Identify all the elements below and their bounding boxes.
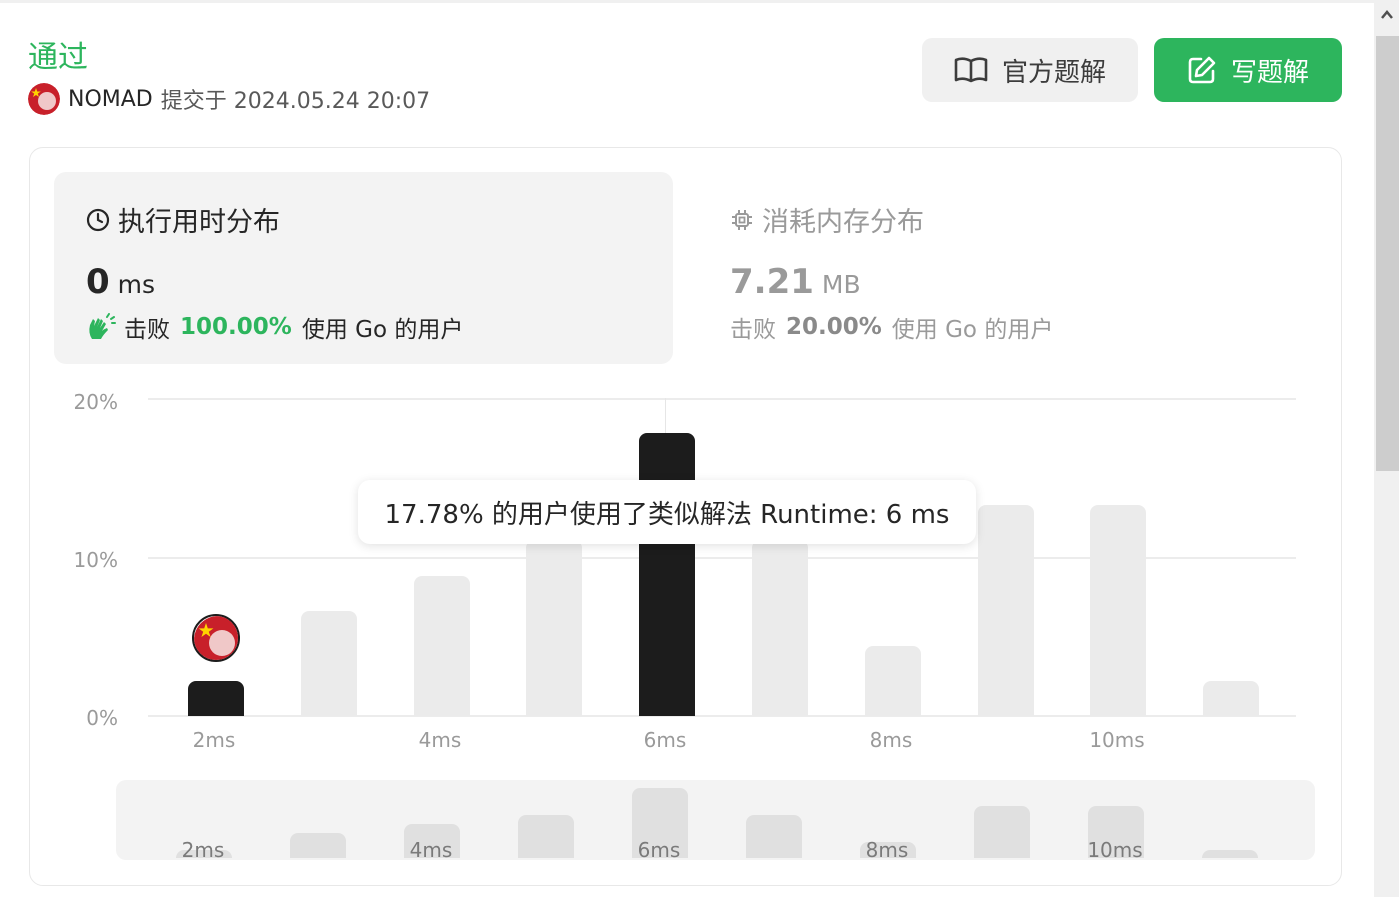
- user-position-avatar[interactable]: [192, 614, 240, 662]
- runtime-beats-pct: 100.00%: [180, 314, 292, 340]
- top-border: [0, 0, 1374, 3]
- chart-tooltip: 17.78% 的用户使用了类似解法 Runtime: 6 ms: [358, 480, 976, 544]
- histogram-bar-10ms[interactable]: [1090, 505, 1146, 716]
- memory-unit: MB: [821, 270, 861, 299]
- scrollbar-thumb[interactable]: [1376, 36, 1399, 471]
- navigator-label: 4ms: [409, 838, 453, 862]
- x-tick-label: 8ms: [869, 728, 913, 752]
- histogram-bar-3ms[interactable]: [301, 611, 357, 716]
- memory-beats-pct: 20.00%: [786, 314, 882, 340]
- y-tick-label: 0%: [86, 706, 118, 730]
- hover-guide: [665, 398, 666, 438]
- x-tick-label: 2ms: [192, 728, 236, 752]
- navigator-label: 8ms: [865, 838, 909, 862]
- gridline: [148, 398, 1296, 400]
- memory-value: 7.21 MB: [730, 262, 861, 302]
- clap-icon: [89, 313, 116, 339]
- navigator-label: 6ms: [637, 838, 681, 862]
- y-tick-label: 20%: [73, 390, 118, 414]
- scroll-up-icon[interactable]: [1380, 8, 1394, 22]
- navigator-bar-3ms: [290, 833, 346, 858]
- histogram-bar-4ms[interactable]: [414, 576, 470, 716]
- username[interactable]: NOMAD: [68, 87, 153, 112]
- navigator-bar-9ms: [974, 806, 1030, 858]
- submission-info: NOMAD 提交于 2024.05.24 20:07: [28, 82, 430, 116]
- histogram-bar-11ms[interactable]: [1203, 681, 1259, 716]
- navigator-bar-11ms: [1202, 850, 1258, 858]
- navigator-bar-7ms: [746, 815, 802, 858]
- histogram-bar-6ms[interactable]: [639, 433, 695, 716]
- runtime-unit: ms: [117, 270, 156, 299]
- navigator-label: 10ms: [1087, 838, 1143, 862]
- write-solution-label: 写题解: [1230, 57, 1309, 88]
- official-solution-button[interactable]: 官方题解: [922, 38, 1138, 102]
- x-tick-label: 4ms: [418, 728, 462, 752]
- chip-icon: [732, 209, 752, 230]
- x-tick-label: 10ms: [1089, 728, 1145, 752]
- runtime-title: 执行用时分布: [86, 200, 280, 239]
- navigator-bar-5ms: [518, 815, 574, 858]
- submitted-time: 提交于 2024.05.24 20:07: [160, 89, 431, 114]
- histogram-bar-5ms[interactable]: [526, 540, 582, 716]
- memory-beats: 击败 20.00% 使用 Go 的用户: [730, 314, 1054, 343]
- histogram-bar-9ms[interactable]: [978, 505, 1034, 716]
- runtime-value: 0 ms: [86, 262, 156, 302]
- official-solution-label: 官方题解: [1001, 57, 1106, 88]
- navigator-label: 2ms: [181, 838, 225, 862]
- user-avatar[interactable]: [28, 83, 60, 115]
- submission-status: 通过: [28, 40, 88, 75]
- histogram-bar-7ms[interactable]: [752, 540, 808, 716]
- clock-icon: [86, 208, 110, 231]
- runtime-beats: 击败 100.00% 使用 Go 的用户: [86, 310, 463, 344]
- y-tick-label: 10%: [73, 548, 118, 572]
- edit-icon: [1188, 56, 1216, 84]
- book-icon: [954, 57, 988, 83]
- histogram-bar-8ms[interactable]: [865, 646, 921, 716]
- x-tick-label: 6ms: [643, 728, 687, 752]
- memory-title[interactable]: 消耗内存分布: [730, 200, 924, 239]
- write-solution-button[interactable]: 写题解: [1154, 38, 1342, 102]
- histogram-bar-2ms[interactable]: [188, 681, 244, 716]
